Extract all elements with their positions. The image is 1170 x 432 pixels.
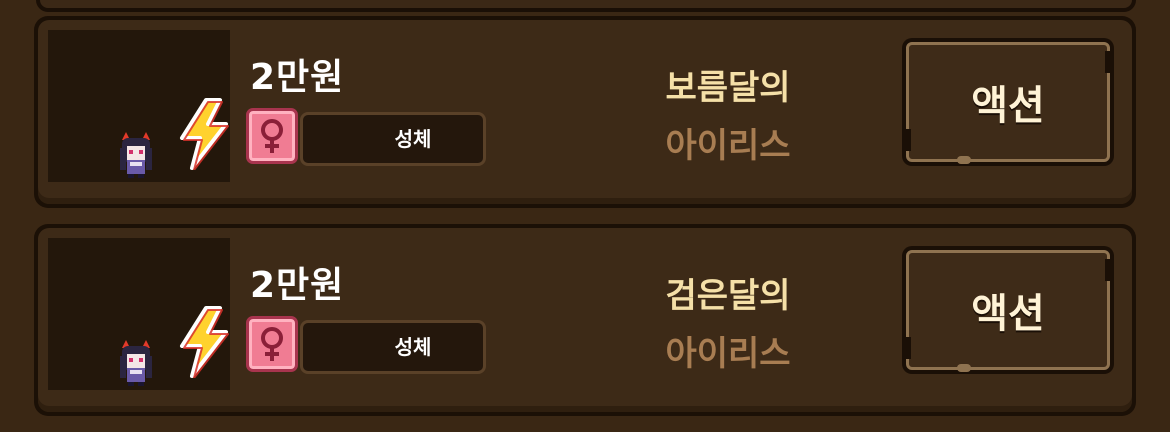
action-button[interactable]: 액션 — [902, 246, 1114, 374]
lightning-bolt-icon — [180, 98, 229, 170]
character-sprite — [120, 132, 152, 178]
female-symbol-icon — [246, 316, 298, 372]
attribute-label: 성체 — [394, 127, 432, 151]
action-button-label: 액션 — [971, 291, 1045, 337]
price-label: 2만원 — [250, 265, 345, 306]
attribute-label: 성체 — [394, 335, 432, 359]
character-name-title: 검은달의 — [665, 276, 791, 316]
action-button-label: 액션 — [971, 83, 1045, 129]
lightning-bolt-icon — [180, 306, 229, 378]
character-name-title: 보름달의 — [665, 68, 791, 108]
card-body: 2만원 성체 검은달의 아이리스 액션 — [38, 228, 1132, 412]
previous-card-edge — [36, 0, 1136, 12]
character-name: 아이리스 — [665, 334, 791, 374]
female-symbol-icon — [246, 108, 298, 164]
attribute-tag: 성체 — [300, 320, 486, 374]
attribute-tag: 성체 — [300, 112, 486, 166]
card-body: 2만원 성체 보름달의 아이리스 액션 — [38, 20, 1132, 204]
character-card[interactable]: 2만원 성체 검은달의 아이리스 액션 — [34, 224, 1136, 416]
price-label: 2만원 — [250, 57, 345, 98]
action-button[interactable]: 액션 — [902, 38, 1114, 166]
character-name: 아이리스 — [665, 126, 791, 166]
character-sprite — [120, 340, 152, 386]
character-card[interactable]: 2만원 성체 보름달의 아이리스 액션 — [34, 16, 1136, 208]
